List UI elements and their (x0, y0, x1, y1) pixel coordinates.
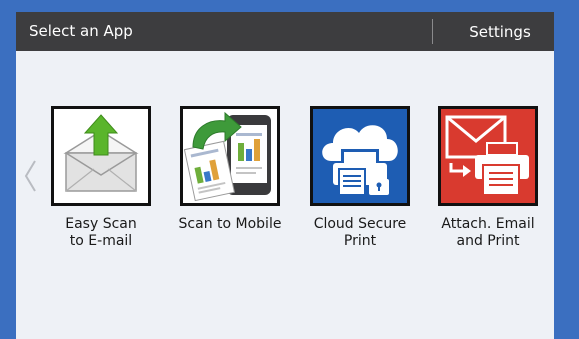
app-tile[interactable] (51, 106, 151, 206)
app-scan-to-mobile[interactable]: Scan to Mobile (170, 106, 290, 233)
email-printer-icon (445, 115, 529, 196)
scan-to-mobile-icon (183, 111, 271, 202)
previous-page-arrow[interactable] (22, 158, 40, 194)
page-title: Select an App (29, 22, 133, 40)
app-tile[interactable] (438, 106, 538, 206)
settings-button[interactable]: Settings (446, 12, 554, 51)
app-select-screen: Select an App Settings Easy Scan to E-ma… (16, 12, 554, 339)
app-tile[interactable] (180, 106, 280, 206)
app-label: Easy Scan to E-mail (65, 216, 137, 249)
app-label: Cloud Secure Print (313, 216, 407, 249)
app-label: Scan to Mobile (178, 216, 282, 232)
app-attach-email-and-print[interactable]: Attach. Email and Print (428, 106, 548, 250)
app-cloud-secure-print[interactable]: Cloud Secure Print (300, 106, 420, 250)
cloud-printer-lock-icon (322, 125, 398, 196)
app-tile[interactable] (310, 106, 410, 206)
envelope-upload-icon (63, 114, 139, 192)
header-divider (432, 19, 433, 44)
chevron-left-icon (24, 160, 36, 192)
app-label: Attach. Email and Print (441, 216, 535, 249)
app-easy-scan-to-email[interactable]: Easy Scan to E-mail (41, 106, 161, 250)
header-bar: Select an App Settings (16, 12, 554, 51)
